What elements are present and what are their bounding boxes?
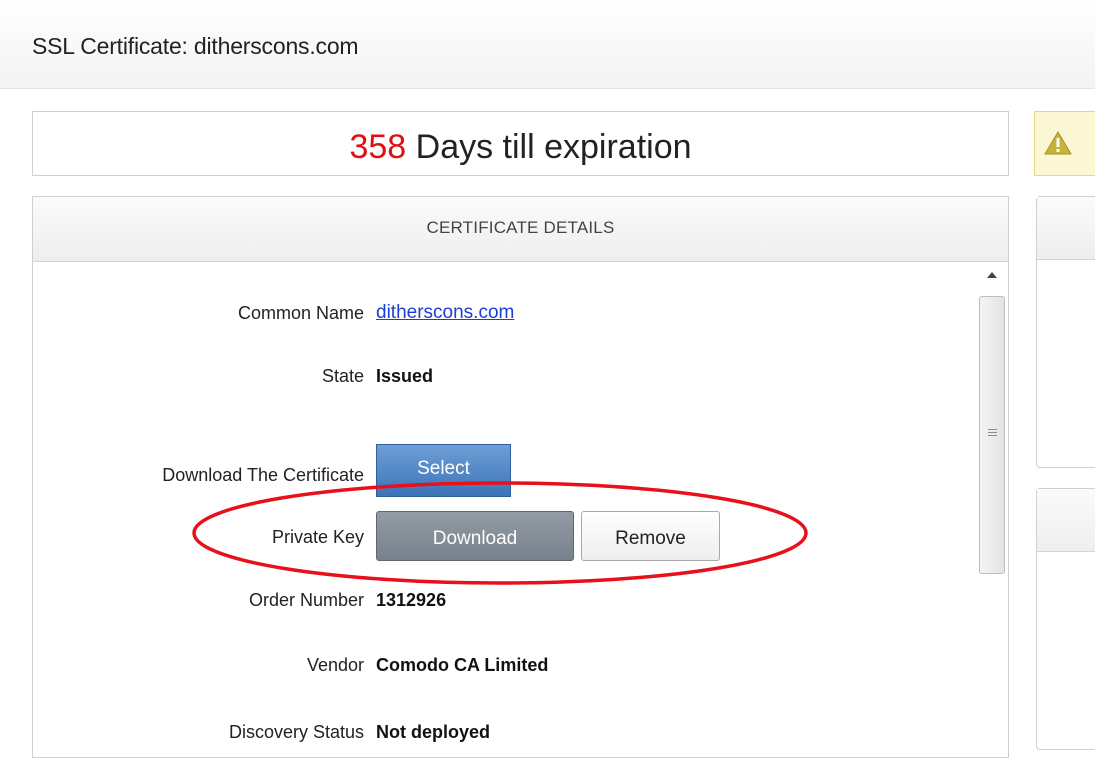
- state-label: State: [321, 366, 364, 386]
- discovery-status-value: Not deployed: [376, 722, 491, 742]
- side-panel-bottom: [1036, 488, 1095, 750]
- order-number-value: 1312926: [376, 590, 447, 610]
- panel-header: CERTIFICATE DETAILS: [33, 197, 1008, 262]
- discovery-status-label: Discovery Status: [228, 722, 364, 742]
- common-name-label: Common Name: [237, 303, 364, 323]
- vendor-value: Comodo CA Limited: [376, 655, 549, 675]
- common-name-link[interactable]: ditherscons.com: [376, 302, 514, 324]
- vendor-label: Vendor: [306, 655, 364, 675]
- title-bar: SSL Certificate: ditherscons.com: [0, 0, 1095, 89]
- side-panel-top: [1036, 196, 1095, 468]
- warning-banner: [1034, 111, 1095, 176]
- scrollbar-thumb[interactable]: [979, 296, 1005, 574]
- warning-triangle-icon: [1044, 131, 1072, 155]
- highlight-ellipse: [192, 481, 808, 585]
- order-number-label: Order Number: [248, 590, 364, 610]
- panel-header-title: CERTIFICATE DETAILS: [426, 218, 615, 237]
- expiration-label: Days till expiration: [406, 128, 692, 166]
- expiration-banner: 358 Days till expiration: [32, 111, 1009, 176]
- chevron-up-icon[interactable]: [987, 272, 997, 278]
- expiration-days-count: 358: [349, 128, 407, 166]
- expiration-text: 358 Days till expiration: [33, 128, 1008, 167]
- details-scrollbar[interactable]: [977, 264, 1009, 735]
- page-title: SSL Certificate: ditherscons.com: [32, 33, 359, 59]
- state-value: Issued: [376, 366, 434, 386]
